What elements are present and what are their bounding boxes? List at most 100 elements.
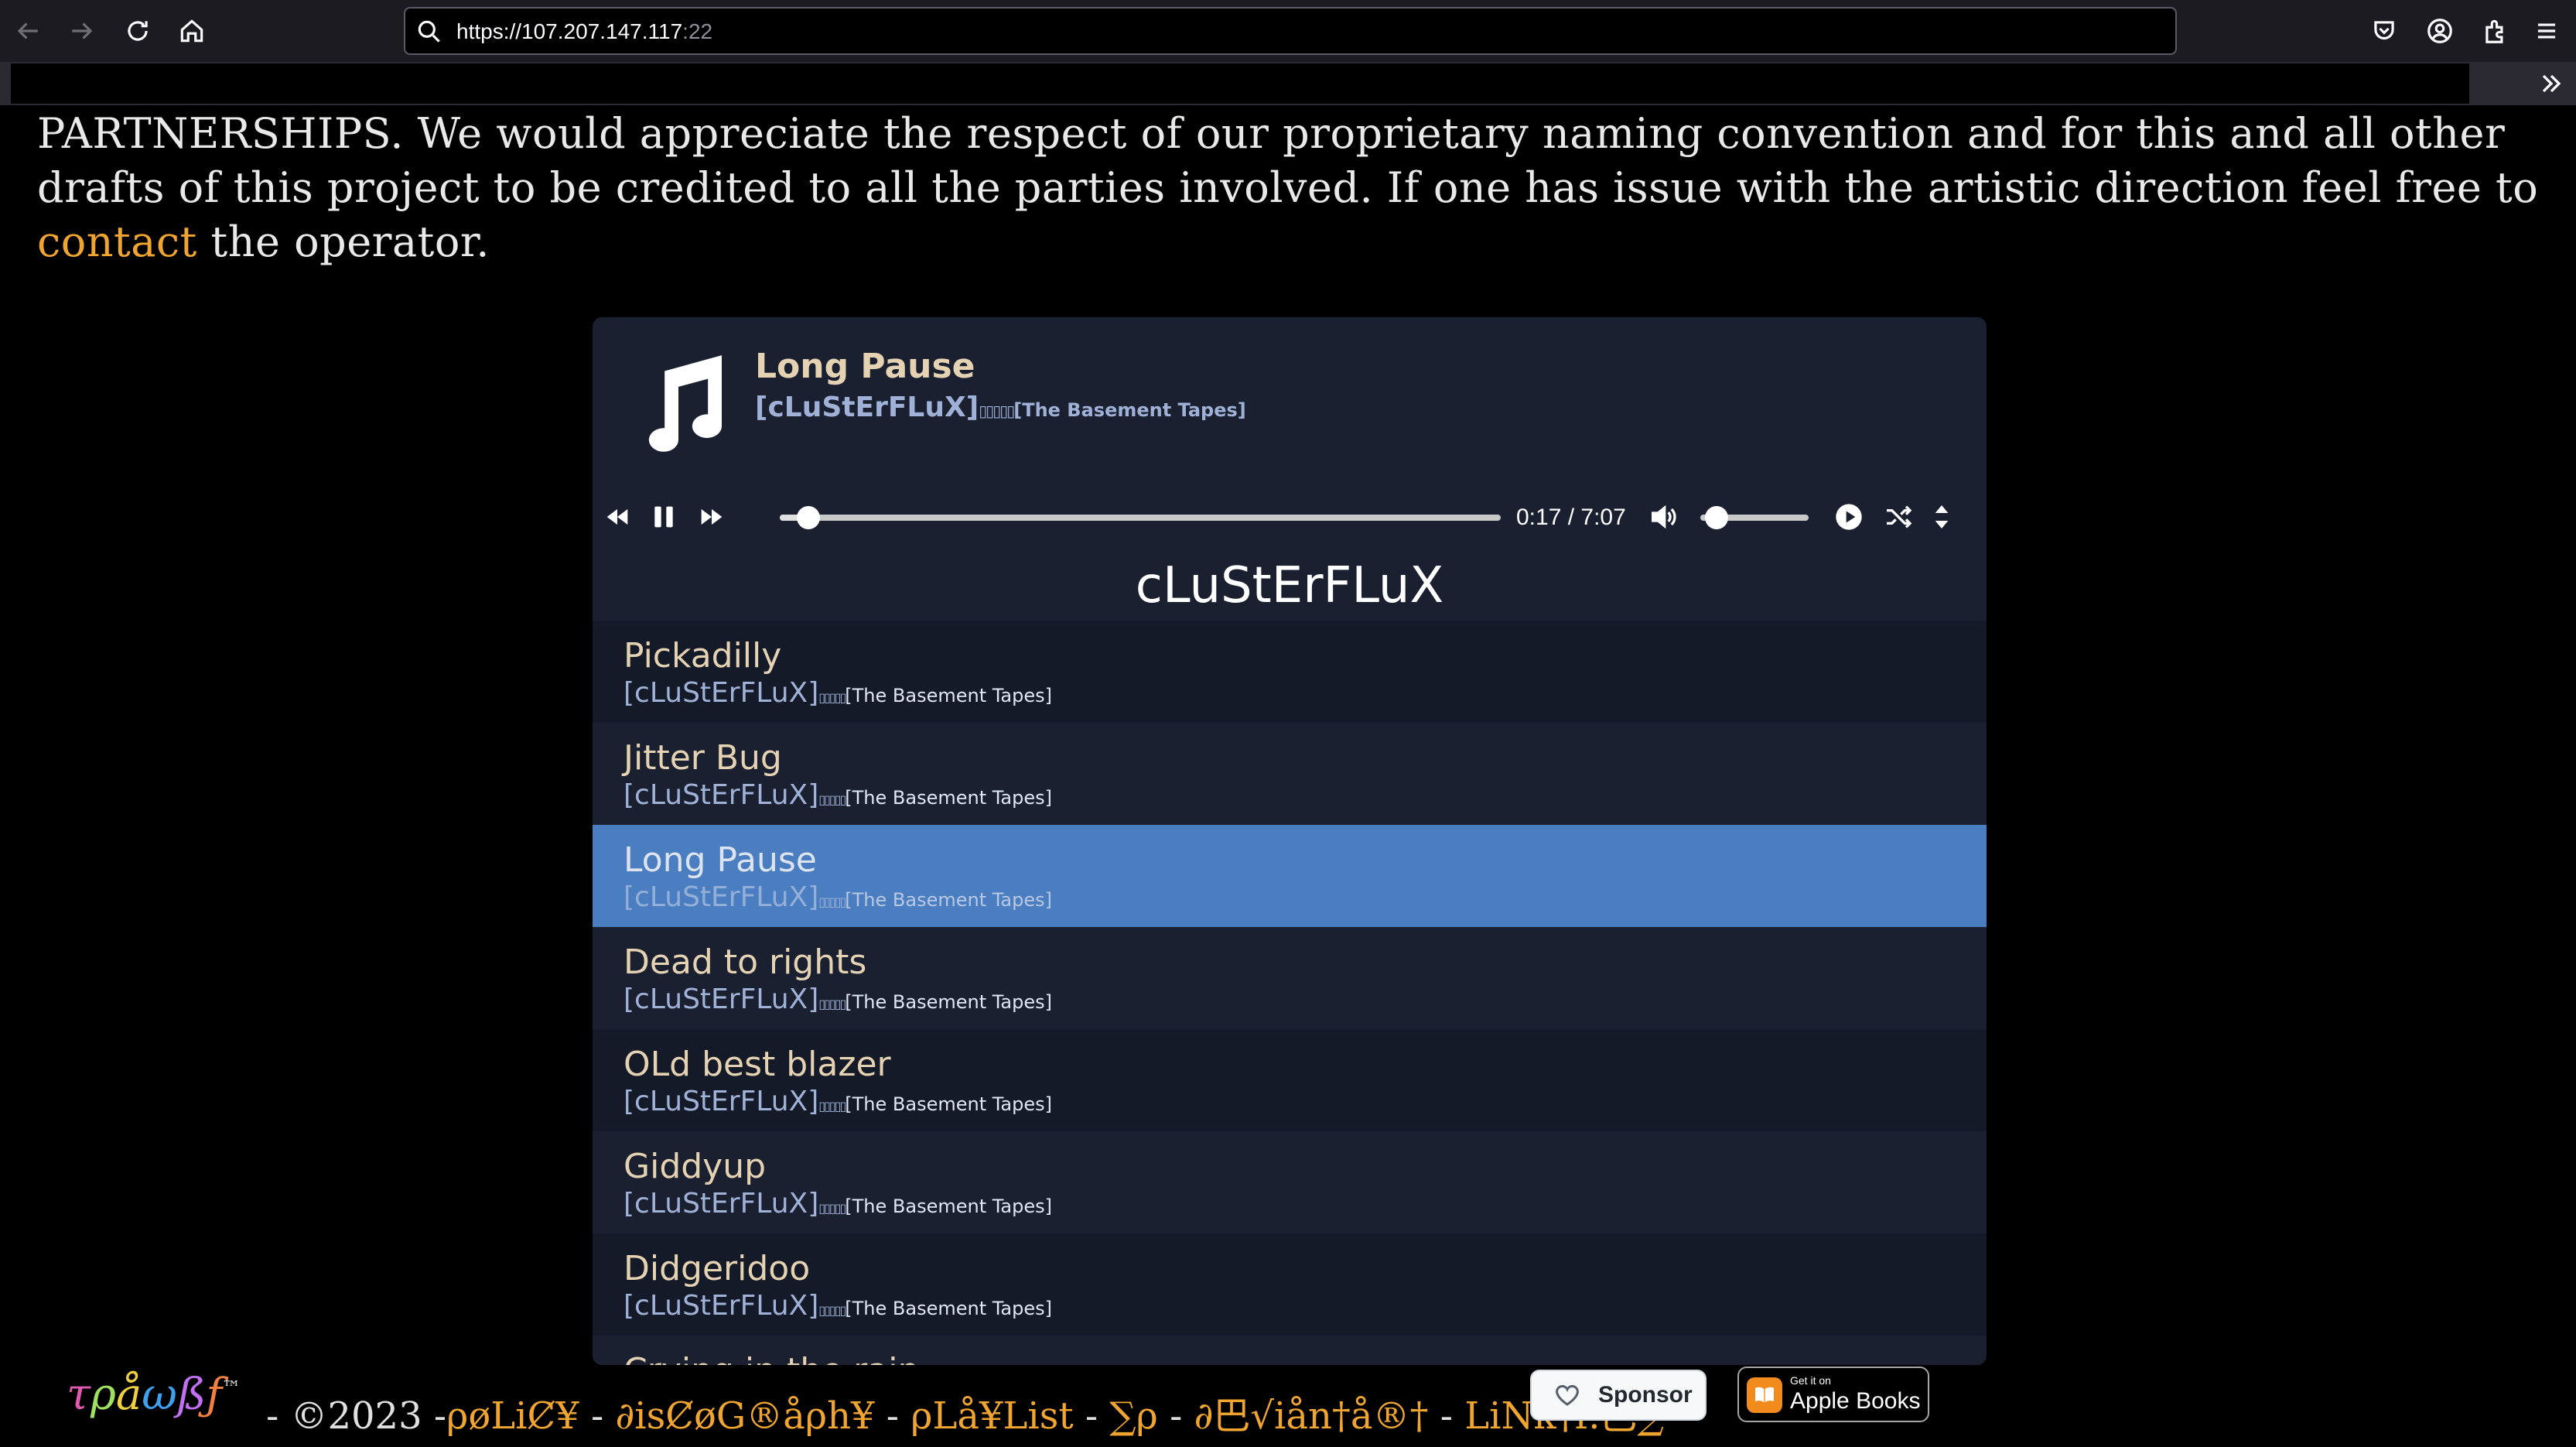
track-title: Pickadilly xyxy=(624,636,782,676)
now-playing-artist: [cLuStErFLuX] xyxy=(755,392,979,423)
back-icon[interactable] xyxy=(11,14,45,48)
shuffle-icon xyxy=(1887,505,1912,529)
track-glyphs: ▯▯▯▯▯ xyxy=(818,690,846,705)
track-glyphs: ▯▯▯▯▯ xyxy=(818,1201,846,1216)
apple-books-small-text: Get it on xyxy=(1790,1374,1831,1387)
track-title: Giddyup xyxy=(624,1147,767,1186)
sponsor-label: Sponsor xyxy=(1598,1382,1693,1408)
footer-link[interactable]: ∂巴√iån†å®† xyxy=(1194,1394,1429,1438)
browser-toolbar: https://107.207.147.117:22 xyxy=(0,0,2576,62)
footer-link[interactable]: ∂isȻøG®åρh¥ xyxy=(615,1394,874,1438)
intro-paragraph: PARTNERSHIPS. We would appreciate the re… xyxy=(37,107,2559,269)
intro-text-end: the operator. xyxy=(196,217,490,266)
pause-icon xyxy=(654,506,673,528)
url-bar[interactable]: https://107.207.147.117:22 xyxy=(404,7,2177,55)
footer-nav: - ©2023 -ρøLiȻ¥ - ∂isȻøG®åρh¥ - ρLå¥List… xyxy=(266,1385,1664,1439)
forward-icon[interactable] xyxy=(65,14,99,48)
playlist-item[interactable]: Jitter Bug [cLuStErFLuX]▯▯▯▯▯[The Basemen… xyxy=(593,723,1987,825)
account-icon[interactable] xyxy=(2423,14,2457,48)
track-glyphs: ▯▯▯▯▯ xyxy=(818,997,846,1011)
track-album: [The Basement Tapes] xyxy=(845,889,1053,911)
audio-player: Long Pause [cLuStErFLuX]▯▯▯▯▯[The Baseme… xyxy=(593,317,1987,1365)
track-meta: [cLuStErFLuX]▯▯▯▯▯[The Basement Tapes] xyxy=(624,678,1987,713)
menu-icon[interactable] xyxy=(2530,14,2564,48)
track-meta: [cLuStErFLuX]▯▯▯▯▯[The Basement Tapes] xyxy=(624,1086,1987,1122)
apple-books-label: Apple Books xyxy=(1790,1388,1921,1414)
track-title: Long Pause xyxy=(624,840,817,880)
playlist-item[interactable]: Crying in the rain[cLuStErFLuX]▯▯▯▯▯[The… xyxy=(593,1336,1987,1365)
track-title: OLd best blazer xyxy=(624,1045,891,1084)
extensions-icon[interactable] xyxy=(2479,14,2513,48)
playlist-item[interactable]: Pickadilly [cLuStErFLuX]▯▯▯▯▯[The Basemen… xyxy=(593,621,1987,723)
now-playing-header: Long Pause [cLuStErFLuX]▯▯▯▯▯[The Baseme… xyxy=(593,317,1987,457)
footer-separator: - xyxy=(1157,1394,1194,1438)
track-title: Jitter Bug xyxy=(624,738,782,778)
track-artist: [cLuStErFLuX] xyxy=(624,983,819,1015)
track-meta: [cLuStErFLuX]▯▯▯▯▯[The Basement Tapes] xyxy=(624,1291,1987,1326)
playlist-item[interactable]: Didgeridoo [cLuStErFLuX]▯▯▯▯▯[The Basemen… xyxy=(593,1233,1987,1336)
volume-icon xyxy=(1652,505,1676,529)
track-artist: [cLuStErFLuX] xyxy=(624,1086,819,1117)
footer-separator: - xyxy=(1428,1394,1465,1438)
footer-separator: - xyxy=(874,1394,911,1438)
logo-letter: å xyxy=(115,1370,142,1420)
playlist-item[interactable]: Dead to rights [cLuStErFLuX]▯▯▯▯▯[The Bas… xyxy=(593,927,1987,1029)
logo-letter: ƒ xyxy=(206,1370,223,1420)
track-album: [The Basement Tapes] xyxy=(845,991,1053,1013)
track-glyphs: ▯▯▯▯▯ xyxy=(818,1099,846,1113)
rewind-button[interactable] xyxy=(600,500,634,534)
footer-separator: - xyxy=(1073,1394,1110,1438)
heart-icon xyxy=(1556,1384,1579,1406)
logo-letter: τ xyxy=(67,1370,91,1420)
trademark: ™ xyxy=(222,1377,241,1399)
shuffle-button[interactable] xyxy=(1881,500,1915,534)
copyright-text: - ©2023 - xyxy=(266,1394,447,1438)
footer-link[interactable]: ∑ρ xyxy=(1109,1394,1157,1438)
now-playing-title: Long Pause xyxy=(755,347,975,386)
pocket-icon[interactable] xyxy=(2367,14,2401,48)
collapse-toggle-button[interactable] xyxy=(1925,500,1959,534)
search-icon xyxy=(418,20,440,43)
volume-slider[interactable] xyxy=(1700,506,1809,529)
sort-arrows-icon xyxy=(1935,505,1949,529)
footer-link[interactable]: ρøLiȻ¥ xyxy=(446,1394,579,1438)
volume-handle[interactable] xyxy=(1705,506,1728,529)
sponsor-button[interactable]: Sponsor xyxy=(1530,1370,1707,1421)
url-text: https://107.207.147.117:22 xyxy=(456,19,713,43)
seek-handle[interactable] xyxy=(797,506,821,529)
playlist-item[interactable]: OLd best blazer [cLuStErFLuX]▯▯▯▯▯[The Ba… xyxy=(593,1029,1987,1131)
track-meta: [cLuStErFLuX]▯▯▯▯▯[The Basement Tapes] xyxy=(624,1189,1987,1224)
track-glyphs: ▯▯▯▯▯ xyxy=(818,895,846,909)
playlist-item[interactable]: Long Pause [cLuStErFLuX]▯▯▯▯▯[The Basemen… xyxy=(593,825,1987,927)
pause-button[interactable] xyxy=(647,500,681,534)
volume-button[interactable] xyxy=(1646,500,1680,534)
logo-letter: ρ xyxy=(90,1370,116,1420)
home-icon[interactable] xyxy=(175,14,209,48)
bookmarks-toolbar xyxy=(0,62,2576,105)
playlist-title: cLuStErFLuX xyxy=(1135,557,1444,614)
playlist-item[interactable]: Giddyup [cLuStErFLuX]▯▯▯▯▯[The Basement T… xyxy=(593,1131,1987,1233)
reload-icon[interactable] xyxy=(121,14,155,48)
track-artist: [cLuStErFLuX] xyxy=(624,677,819,709)
play-next-button[interactable] xyxy=(1832,500,1866,534)
track-artist: [cLuStErFLuX] xyxy=(624,881,819,913)
rewind-icon xyxy=(606,509,628,525)
seek-slider[interactable] xyxy=(780,506,1501,529)
time-display: 0:17 / 7:07 xyxy=(1516,505,1626,530)
bookmarks-area xyxy=(11,63,2469,104)
player-controls: 0:17 / 7:07 xyxy=(593,486,1987,548)
footer: τρåωßƒ™ - ©2023 -ρøLiȻ¥ - ∂isȻøG®åρh¥ - … xyxy=(0,1365,2576,1447)
site-logo[interactable]: τρåωßƒ™ xyxy=(67,1370,241,1420)
contact-link[interactable]: contact xyxy=(37,217,197,266)
now-playing-glyphs: ▯▯▯▯▯ xyxy=(979,402,1015,420)
track-title: Didgeridoo xyxy=(624,1249,811,1288)
footer-link[interactable]: ρLå¥List xyxy=(910,1394,1073,1438)
playlist: Pickadilly [cLuStErFLuX]▯▯▯▯▯[The Basemen… xyxy=(593,621,1987,1365)
play-circle-icon xyxy=(1836,504,1862,530)
fast-forward-button[interactable] xyxy=(695,500,729,534)
track-album: [The Basement Tapes] xyxy=(845,685,1053,706)
track-artist: [cLuStErFLuX] xyxy=(624,1290,819,1322)
chevron-double-right-icon[interactable] xyxy=(2536,68,2567,99)
apple-books-badge[interactable]: Get it on Apple Books xyxy=(1737,1367,1929,1422)
now-playing-album: [The Basement Tapes] xyxy=(1013,399,1246,421)
